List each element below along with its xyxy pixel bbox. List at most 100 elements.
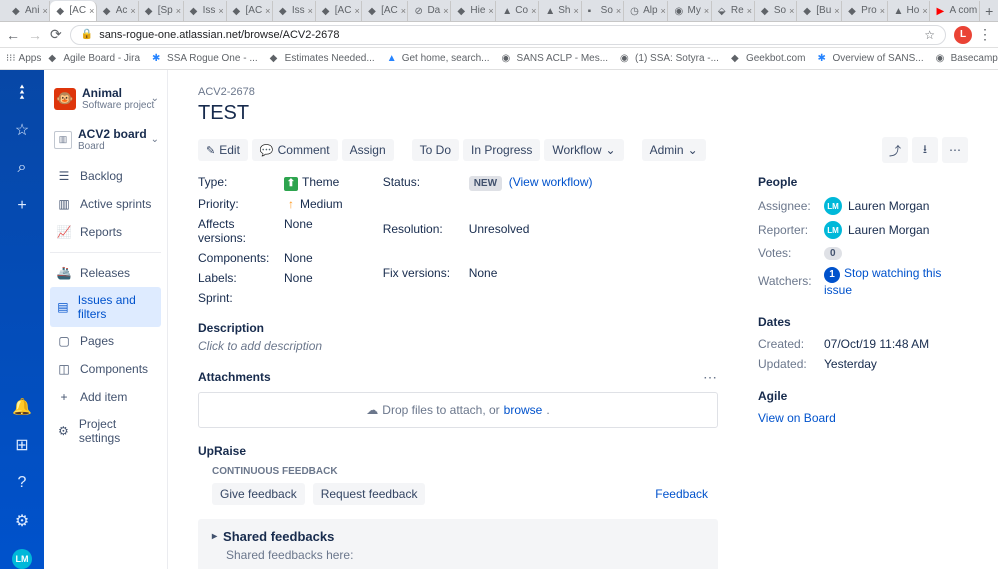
reporter-value[interactable]: LMLauren Morgan [824, 221, 968, 239]
star-icon[interactable]: ☆ [924, 28, 935, 42]
url-input[interactable]: 🔒 sans-rogue-one.atlassian.net/browse/AC… [70, 25, 946, 45]
browser-tab[interactable]: ▪So× [582, 1, 624, 21]
edit-button[interactable]: ✎Edit [198, 139, 248, 161]
stop-watching-link[interactable]: Stop watching this issue [824, 266, 941, 297]
sidebar-item-backlog[interactable]: ☰Backlog [50, 162, 161, 190]
feedback-link[interactable]: Feedback [655, 487, 708, 501]
field-value-type[interactable]: ⬆Theme [284, 175, 343, 191]
gear-icon: ⚙ [56, 423, 71, 439]
browser-tab[interactable]: ▲Co× [496, 1, 539, 21]
browser-tab[interactable]: ◉My× [668, 1, 711, 21]
issue-title[interactable]: TEST [198, 102, 968, 125]
close-icon[interactable]: × [42, 6, 47, 16]
bookmark[interactable]: ✱Overview of SANS... [812, 53, 928, 65]
browser-tab[interactable]: ◆[AC× [362, 1, 408, 21]
field-value-status[interactable]: NEW (View workflow) [469, 175, 593, 216]
request-feedback-button[interactable]: Request feedback [313, 483, 426, 505]
bookmark[interactable]: ◉Basecamp To -Do's [931, 53, 998, 65]
view-workflow-link[interactable]: (View workflow) [509, 175, 593, 189]
workflow-dropdown[interactable]: Workflow⌄ [544, 139, 623, 161]
browser-tab[interactable]: ◆[AC× [227, 1, 273, 21]
bookmark[interactable]: ◉SANS ACLP - Mes... [497, 53, 614, 65]
bookmark[interactable]: ◆Estimates Needed... [265, 53, 380, 65]
attachment-dropzone[interactable]: ☁Drop files to attach, or browse. [198, 392, 718, 428]
sidebar-item-add-item[interactable]: +Add item [50, 383, 161, 411]
jira-logo-icon[interactable] [12, 82, 32, 102]
board-name: ACV2 board [78, 127, 147, 141]
export-button[interactable]: ⭳ [912, 137, 938, 163]
field-value-priority[interactable]: ↑Medium [284, 197, 343, 211]
todo-button[interactable]: To Do [412, 139, 459, 161]
bookmark[interactable]: ✱SSA Rogue One - ... [147, 53, 263, 65]
browse-link[interactable]: browse [504, 403, 543, 417]
sidebar-item-components[interactable]: ◫Components [50, 355, 161, 383]
bookmark[interactable]: ◉(1) SSA: Sotyra -... [615, 53, 724, 65]
reload-button[interactable]: ⟳ [50, 26, 62, 43]
sidebar-item-releases[interactable]: 🚢Releases [50, 259, 161, 287]
browser-menu-icon[interactable]: ⋮ [978, 26, 992, 43]
search-icon[interactable]: ⌕ [12, 158, 32, 178]
browser-tab[interactable]: ◆[Sp× [139, 1, 184, 21]
field-value[interactable]: None [284, 217, 343, 245]
field-value[interactable]: None [284, 251, 343, 265]
sidebar-item-pages[interactable]: ▢Pages [50, 327, 161, 355]
bookmark[interactable]: ▲Get home, search... [382, 53, 495, 65]
browser-tab[interactable]: ⬙Re× [712, 1, 755, 21]
project-switcher[interactable]: 🐵 Animal Software project ⌄ [50, 82, 161, 121]
browser-tab[interactable]: ◆So× [755, 1, 797, 21]
browser-tab[interactable]: ◆[AC× [50, 1, 96, 21]
profile-avatar[interactable]: L [954, 26, 972, 44]
browser-tab[interactable]: ◆[AC× [316, 1, 362, 21]
close-icon[interactable]: × [89, 6, 94, 16]
browser-tab[interactable]: ▶A com× [930, 1, 980, 21]
give-feedback-button[interactable]: Give feedback [212, 483, 305, 505]
browser-tab[interactable]: ◆Hie× [451, 1, 496, 21]
app-switcher-icon[interactable]: ⊞ [12, 435, 32, 455]
inprogress-button[interactable]: In Progress [463, 139, 540, 161]
apps-button[interactable]: ⁝⁝⁝Apps [6, 53, 41, 64]
star-icon[interactable]: ☆ [12, 120, 32, 140]
forward-button[interactable]: → [28, 27, 42, 43]
browser-tab[interactable]: ◆Iss× [184, 1, 227, 21]
share-button[interactable]: ⤴ [882, 137, 908, 163]
upraise-heading: UpRaise [198, 444, 718, 458]
browser-tab[interactable]: ▲Sh× [539, 1, 581, 21]
help-icon[interactable]: ? [12, 473, 32, 493]
browser-tab[interactable]: ▲Ho× [888, 1, 931, 21]
admin-dropdown[interactable]: Admin⌄ [642, 139, 706, 161]
chevron-down-icon: ⌄ [688, 143, 698, 157]
more-actions-button[interactable]: ⋯ [942, 137, 968, 163]
browser-tab[interactable]: ◷Alp× [624, 1, 668, 21]
back-button[interactable]: ← [6, 27, 20, 43]
browser-tab[interactable]: ⊘Da× [408, 1, 451, 21]
browser-tab[interactable]: ◆Pro× [842, 1, 887, 21]
browser-tab[interactable]: ◆Ac× [97, 1, 139, 21]
view-on-board-link[interactable]: View on Board [758, 411, 836, 425]
attachments-heading: Attachments [198, 370, 271, 384]
field-value[interactable]: None [284, 271, 343, 285]
bookmark[interactable]: ◆Agile Board - Jira [43, 53, 145, 65]
attachments-menu[interactable]: ⋯ [703, 369, 718, 386]
sidebar-item-issues[interactable]: ▤Issues and filters [50, 287, 161, 327]
create-icon[interactable]: + [12, 196, 32, 216]
sidebar-item-project-settings[interactable]: ⚙Project settings [50, 411, 161, 451]
browser-tab[interactable]: ◆Iss× [273, 1, 316, 21]
description-field[interactable]: Click to add description [198, 339, 718, 353]
notification-icon[interactable]: 🔔 [12, 397, 32, 417]
issue-key[interactable]: ACV2-2678 [198, 86, 968, 98]
sidebar-item-active-sprints[interactable]: ▥Active sprints [50, 190, 161, 218]
board-switcher[interactable]: ▥ ACV2 board Board ⌄ [50, 121, 161, 158]
sidebar-item-reports[interactable]: 📈Reports [50, 218, 161, 246]
bookmark[interactable]: ◆Geekbot.com [726, 53, 810, 65]
new-tab-button[interactable]: + [980, 3, 998, 19]
settings-icon[interactable]: ⚙ [12, 511, 32, 531]
user-avatar[interactable]: LM [12, 549, 32, 569]
comment-button[interactable]: 💬Comment [252, 139, 338, 161]
field-value[interactable] [284, 291, 343, 305]
field-value[interactable]: None [469, 266, 593, 305]
assign-button[interactable]: Assign [342, 139, 394, 161]
shared-feedbacks-toggle[interactable]: ▸Shared feedbacks [212, 529, 704, 544]
browser-tab[interactable]: ◆Ani× [6, 1, 50, 21]
assignee-value[interactable]: LMLauren Morgan [824, 197, 968, 215]
browser-tab[interactable]: ◆[Bu× [797, 1, 842, 21]
